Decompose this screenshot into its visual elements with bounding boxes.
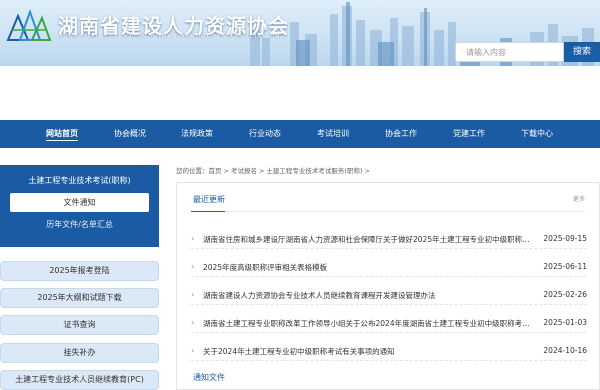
news-title[interactable]: 2025年度高级职称评审相关表格模板 bbox=[203, 262, 531, 273]
sidebar-header: 土建工程专业技术考试(职称) 文件通知 历年文件/名单汇总 bbox=[0, 165, 159, 247]
news-title[interactable]: 湖南省住房和城乡建设厅湖南省人力资源和社会保障厅关于做好2025年土建工程专业初… bbox=[203, 234, 531, 245]
chevron-right-icon: › bbox=[191, 318, 195, 327]
chevron-right-icon: › bbox=[191, 234, 195, 243]
breadcrumb-link-exam[interactable]: 考试报名 bbox=[231, 167, 257, 175]
breadcrumb-link-current[interactable]: 土建工程专业技术考试服务(职称) bbox=[266, 167, 362, 175]
news-date: 2025-02-26 bbox=[543, 290, 587, 299]
nav-item-industry-news[interactable]: 行业动态 bbox=[249, 120, 281, 148]
nav-item-policy[interactable]: 法规政策 bbox=[181, 120, 213, 148]
section-title-notices: 通知文件 bbox=[193, 373, 225, 382]
news-date: 2025-09-15 bbox=[543, 234, 587, 243]
sidebar-button-register[interactable]: 2025年报考登陆 bbox=[0, 261, 159, 281]
sidebar-item-notices[interactable]: 文件通知 bbox=[10, 193, 149, 212]
search-button[interactable]: 搜索 bbox=[564, 42, 600, 62]
site-subtitle: HUNAN CONSTRUCTION HUMAN RESOURCES ASSOC… bbox=[58, 34, 281, 40]
news-item[interactable]: › 关于2024年土建工程专业初中级职称考试有关事项的通知 2024-10-16 bbox=[191, 341, 587, 361]
sidebar-title: 土建工程专业技术考试(职称) bbox=[28, 176, 131, 185]
nav-item-exam-training[interactable]: 考试培训 bbox=[317, 120, 349, 148]
sidebar-item-archive[interactable]: 历年文件/名单汇总 bbox=[0, 219, 159, 230]
chevron-right-icon: › bbox=[191, 290, 195, 299]
news-title[interactable]: 湖南省建设人力资源协会专业技术人员继续教育课程开发建设管理办法 bbox=[203, 290, 531, 301]
breadcrumb-link-home[interactable]: 首页 bbox=[209, 167, 222, 175]
section-divider bbox=[191, 211, 585, 212]
nav-item-party-building[interactable]: 党建工作 bbox=[453, 120, 485, 148]
news-item[interactable]: › 湖南省土建工程专业职称改革工作领导小组关于公布2024年度湖南省土建工程专业… bbox=[191, 313, 587, 333]
nav-item-downloads[interactable]: 下载中心 bbox=[521, 120, 553, 148]
sidebar-button-continuing-education[interactable]: 土建工程专业技术人员继续教育(PC) bbox=[0, 370, 159, 390]
sidebar-button-certificate-query[interactable]: 证书查询 bbox=[0, 315, 159, 335]
news-date: 2025-01-03 bbox=[543, 318, 587, 327]
association-logo-icon bbox=[6, 9, 52, 41]
news-date: 2024-10-16 bbox=[543, 346, 587, 355]
breadcrumb-separator: > bbox=[258, 167, 265, 175]
nav-item-association-work[interactable]: 协会工作 bbox=[385, 120, 417, 148]
breadcrumb-separator: > bbox=[364, 167, 370, 175]
news-item[interactable]: › 湖南省建设人力资源协会专业技术人员继续教育课程开发建设管理办法 2025-0… bbox=[191, 285, 587, 305]
breadcrumb: 您的位置：首页 > 考试报名 > 土建工程专业技术考试服务(职称) > bbox=[176, 165, 372, 175]
breadcrumb-prefix: 您的位置： bbox=[176, 167, 209, 175]
news-item[interactable]: › 湖南省住房和城乡建设厅湖南省人力资源和社会保障厅关于做好2025年土建工程专… bbox=[191, 229, 587, 249]
news-date: 2025-06-11 bbox=[543, 262, 587, 271]
section-title-recent: 最近更新 bbox=[193, 195, 225, 204]
chevron-right-icon: › bbox=[191, 346, 195, 355]
content-panel: 最近更新 更多 › 湖南省住房和城乡建设厅湖南省人力资源和社会保障厅关于做好20… bbox=[176, 182, 600, 390]
nav-item-home[interactable]: 网站首页 bbox=[46, 120, 78, 148]
sidebar-button-loss-reissue[interactable]: 挂失补办 bbox=[0, 343, 159, 363]
news-title[interactable]: 湖南省土建工程专业职称改革工作领导小组关于公布2024年度湖南省土建工程专业初中… bbox=[203, 318, 531, 329]
search-input[interactable]: 请输入内容 bbox=[455, 42, 564, 62]
nav-item-about[interactable]: 协会概况 bbox=[114, 120, 146, 148]
sidebar-button-syllabus-download[interactable]: 2025年大纲和试题下载 bbox=[0, 288, 159, 308]
chevron-right-icon: › bbox=[191, 262, 195, 271]
main-nav: 网站首页 协会概况 法规政策 行业动态 考试培训 协会工作 党建工作 下载中心 bbox=[0, 120, 600, 148]
news-item[interactable]: › 2025年度高级职称评审相关表格模板 2025-06-11 bbox=[191, 257, 587, 277]
breadcrumb-separator: > bbox=[223, 167, 229, 175]
more-link[interactable]: 更多 bbox=[573, 194, 585, 203]
news-title[interactable]: 关于2024年土建工程专业初中级职称考试有关事项的通知 bbox=[203, 346, 531, 357]
header-banner: 湖南省建设人力资源协会 HUNAN CONSTRUCTION HUMAN RES… bbox=[0, 0, 600, 66]
